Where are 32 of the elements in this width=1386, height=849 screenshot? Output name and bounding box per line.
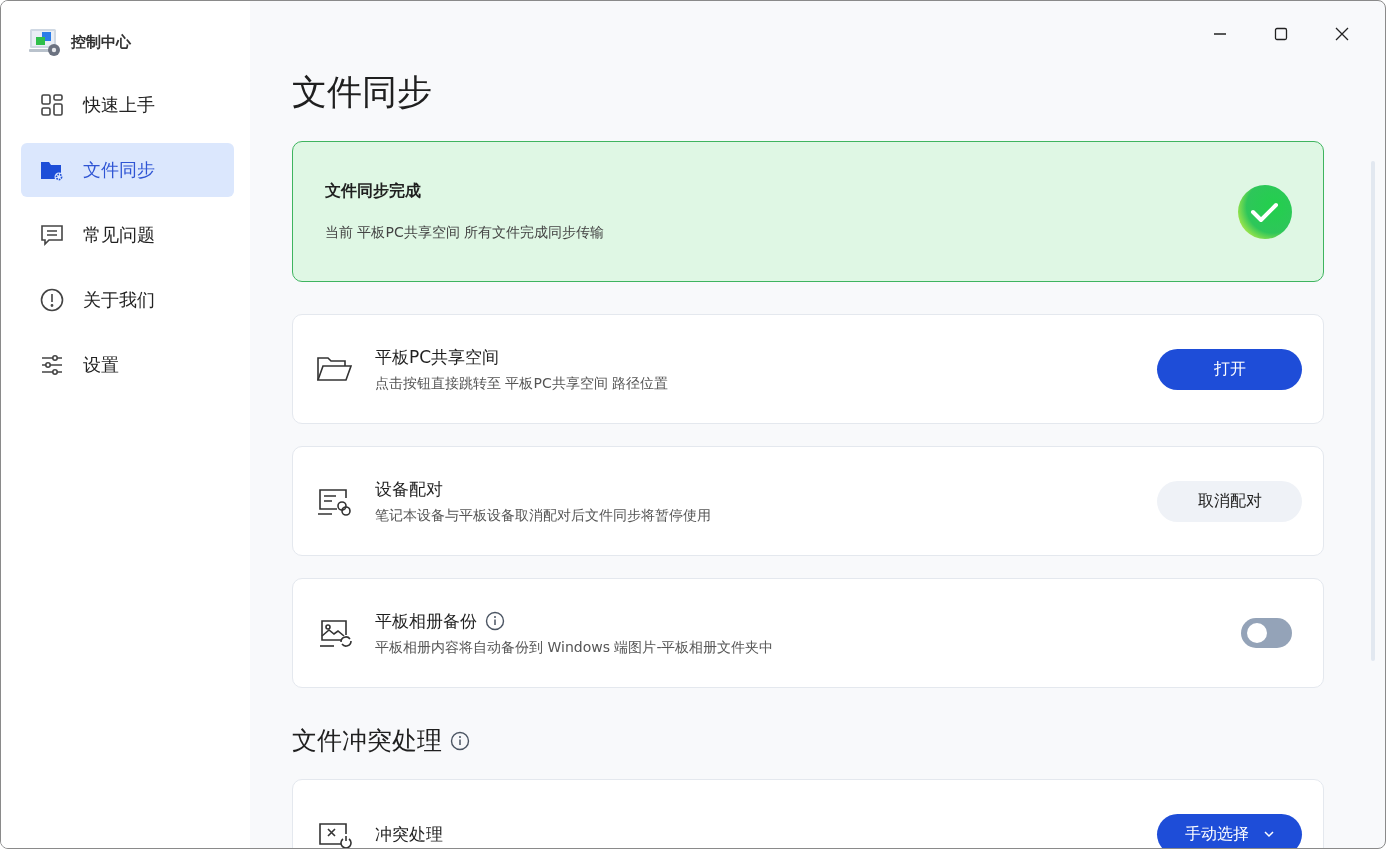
sidebar-item[interactable]: 常见问题 — [21, 208, 234, 262]
sidebar-item[interactable]: 设置 — [21, 338, 234, 392]
card-description: 平板相册内容将自动备份到 Windows 端图片-平板相册文件夹中 — [375, 638, 775, 657]
info-icon[interactable] — [450, 730, 470, 751]
close-icon[interactable] — [1334, 26, 1350, 42]
caret-icon — [1262, 828, 1275, 840]
toggle-switch[interactable] — [1241, 618, 1292, 648]
sidebar-item[interactable]: 文件同步 — [21, 143, 234, 197]
status-message: 当前 平板PC共享空间 所有文件完成同步传输 — [325, 224, 605, 242]
sidebar-item[interactable]: 关于我们 — [21, 273, 234, 327]
status-title: 文件同步完成 — [325, 181, 422, 202]
page-title: 文件同步 — [292, 71, 433, 114]
card-title: 冲突处理 — [375, 822, 443, 846]
sidebar-item[interactable]: 快速上手 — [21, 78, 234, 132]
section-title: 文件冲突处理 — [292, 725, 442, 757]
chat-icon — [40, 223, 64, 247]
grid-icon — [40, 93, 64, 117]
maximize-icon[interactable] — [1273, 26, 1289, 42]
alert-icon — [40, 288, 64, 312]
dropdown-button[interactable]: 手动选择 — [1157, 813, 1302, 848]
settings-icon — [40, 353, 64, 377]
card-description: 笔记本设备与平板设备取消配对后文件同步将暂停使用 — [375, 506, 712, 525]
card-title: 平板相册备份 — [375, 609, 477, 633]
app-title: 控制中心 — [71, 32, 131, 52]
success-check-icon — [1237, 183, 1293, 240]
card-title: 平板PC共享空间 — [375, 345, 500, 369]
monitor-gear-icon — [29, 27, 61, 57]
card-description: 点击按钮直接跳转至 平板PC共享空间 路径位置 — [375, 374, 670, 393]
action-button[interactable]: 取消配对 — [1157, 480, 1302, 522]
action-button[interactable]: 打开 — [1157, 348, 1302, 390]
info-icon[interactable] — [485, 611, 505, 631]
card-title: 设备配对 — [375, 477, 443, 501]
